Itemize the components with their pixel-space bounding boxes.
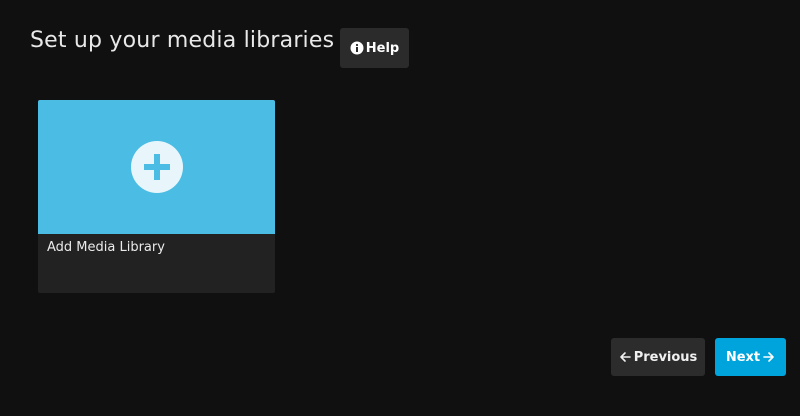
next-button-label: Next	[725, 349, 761, 365]
previous-button[interactable]: Previous	[611, 338, 705, 376]
add-media-library-card[interactable]: Add Media Library	[38, 100, 275, 293]
info-icon	[350, 41, 364, 55]
arrow-left-icon	[619, 351, 631, 363]
plus-circle-icon	[130, 141, 183, 193]
page-header: Set up your media libraries	[30, 28, 334, 53]
next-button[interactable]: Next	[715, 338, 786, 376]
previous-button-label: Previous	[633, 349, 698, 365]
card-image	[38, 100, 275, 234]
card-label: Add Media Library	[47, 240, 165, 255]
page-title: Set up your media libraries	[30, 28, 335, 53]
setup-page: Set up your media libraries Help Add Med…	[0, 0, 800, 416]
help-button[interactable]: Help	[340, 28, 409, 68]
arrow-right-icon	[763, 351, 775, 363]
help-button-label: Help	[365, 40, 400, 56]
